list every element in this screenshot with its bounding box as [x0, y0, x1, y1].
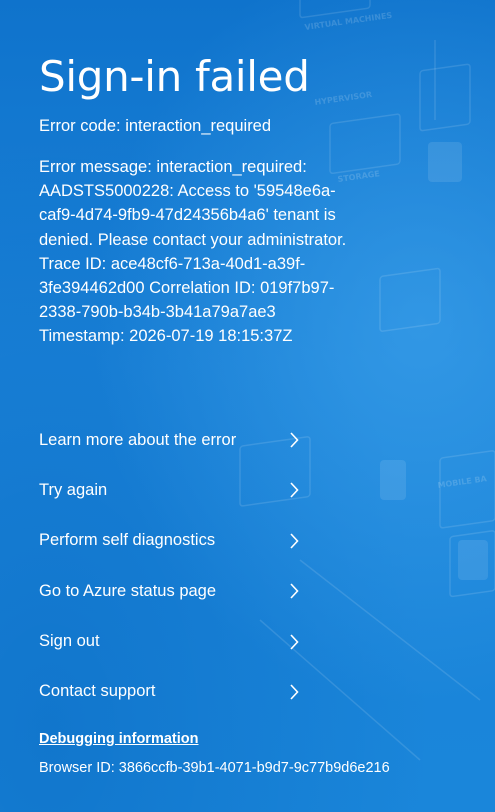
action-label: Go to Azure status page	[39, 581, 217, 600]
action-label: Try again	[39, 480, 108, 499]
chevron-right-icon	[290, 583, 299, 599]
try-again-link[interactable]: Try again	[39, 475, 299, 505]
bg-label-virtual-machines: VIRTUAL MACHINES	[304, 11, 393, 32]
azure-status-link[interactable]: Go to Azure status page	[39, 576, 299, 606]
action-label: Contact support	[39, 682, 156, 701]
contact-support-link[interactable]: Contact support	[39, 677, 299, 707]
chevron-right-icon	[290, 684, 299, 700]
actions-list: Learn more about the error Try again Per…	[39, 425, 299, 727]
learn-more-link[interactable]: Learn more about the error	[39, 425, 299, 455]
chevron-right-icon	[290, 634, 299, 650]
sign-out-link[interactable]: Sign out	[39, 627, 299, 657]
debugging-information-link[interactable]: Debugging information	[39, 731, 198, 747]
action-label: Sign out	[39, 632, 100, 651]
self-diagnostics-link[interactable]: Perform self diagnostics	[39, 526, 299, 556]
error-code: Error code: interaction_required	[39, 117, 272, 135]
chevron-right-icon	[290, 533, 299, 549]
action-label: Perform self diagnostics	[39, 531, 216, 550]
error-panel: Sign-in failed Error code: interaction_r…	[39, 52, 359, 349]
debug-section: Debugging information Browser ID: 3866cc…	[39, 730, 390, 776]
page-title: Sign-in failed	[39, 52, 310, 101]
error-message: Error message: interaction_required: AAD…	[39, 158, 347, 346]
bg-label-mobile: MOBILE BA	[437, 474, 488, 490]
chevron-right-icon	[290, 432, 299, 448]
browser-id: Browser ID: 3866ccfb-39b1-4071-b9d7-9c77…	[39, 760, 390, 776]
chevron-right-icon	[290, 482, 299, 498]
action-label: Learn more about the error	[39, 430, 237, 449]
